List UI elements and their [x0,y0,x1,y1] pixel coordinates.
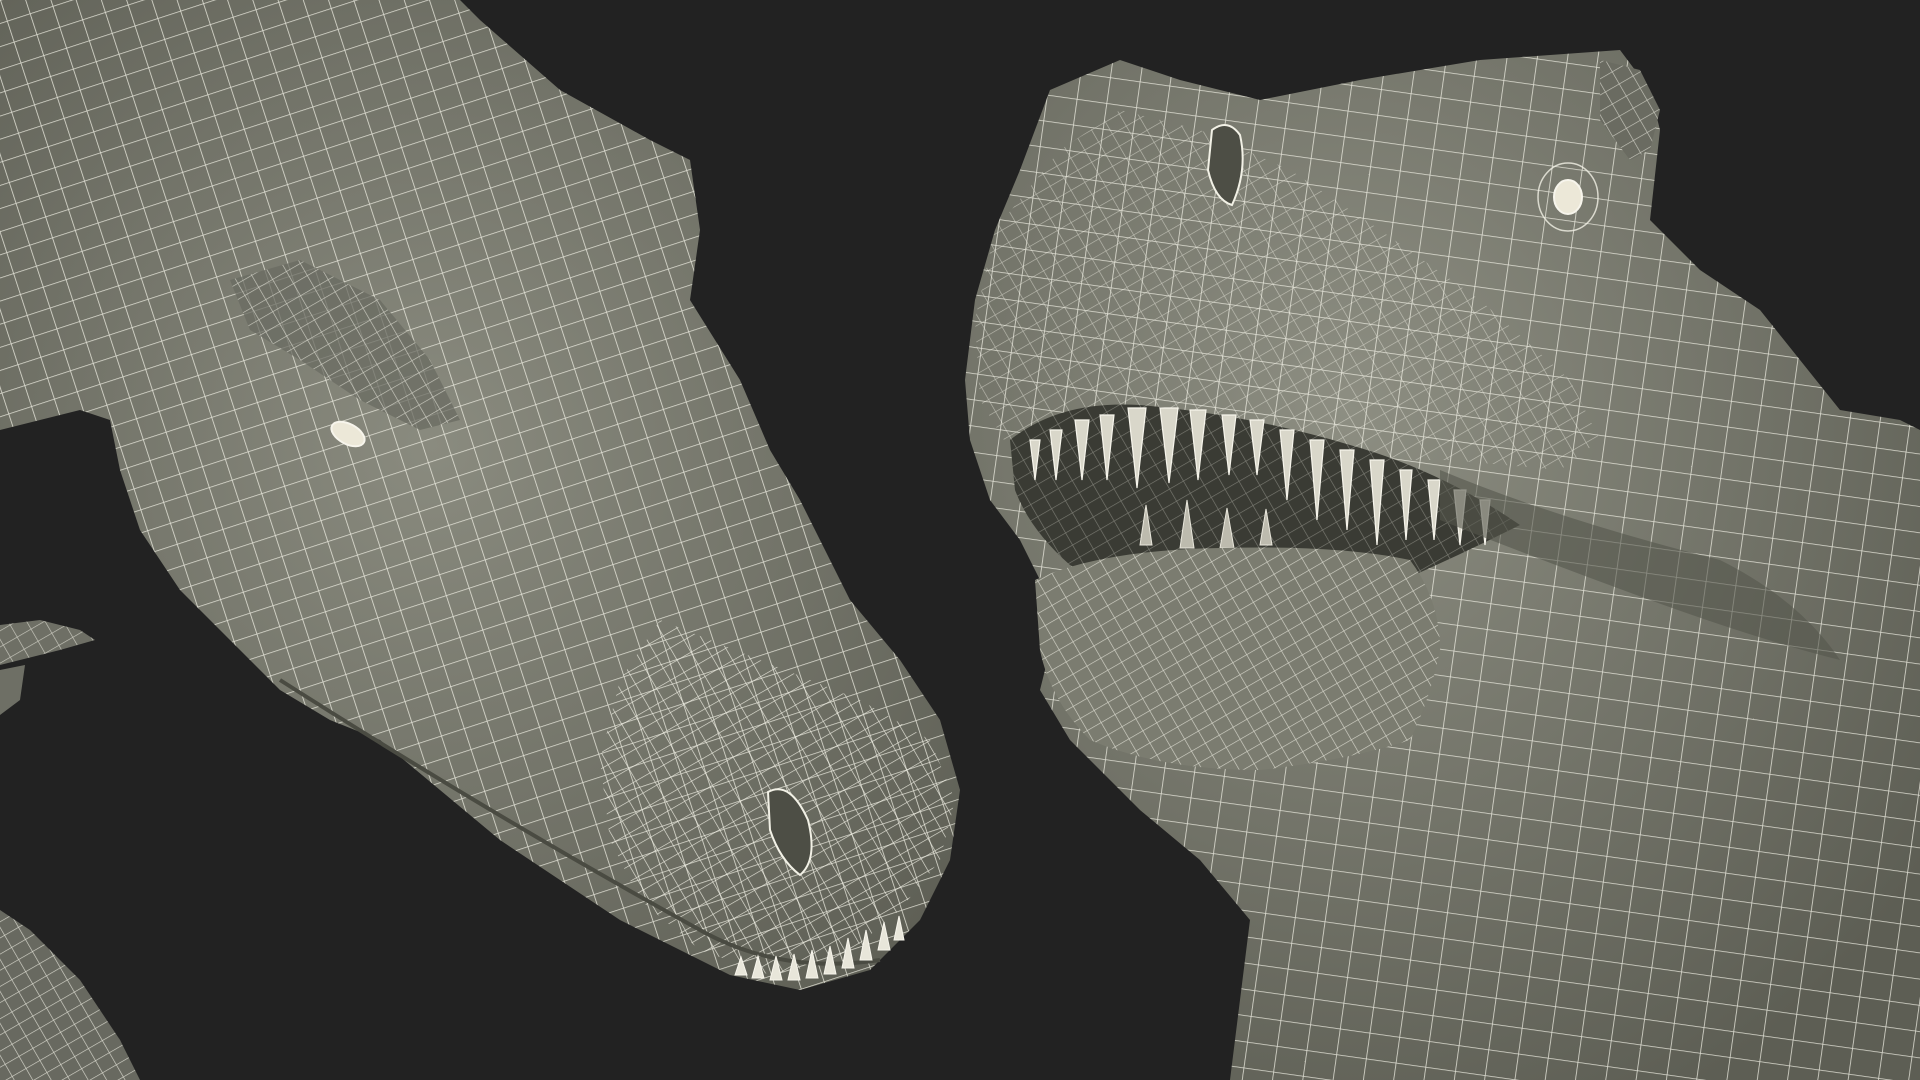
right-eye [1553,179,1583,215]
wireframe-render [0,0,1920,1080]
